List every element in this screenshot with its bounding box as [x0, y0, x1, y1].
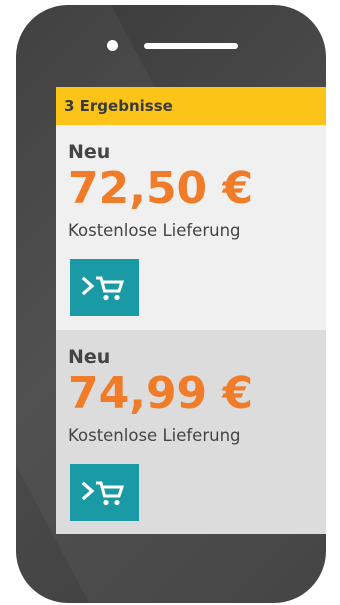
offer-condition: Neu — [68, 141, 111, 163]
offer-delivery: Kostenlose Lieferung — [68, 426, 241, 445]
offer-price: 72,50 € — [68, 163, 254, 214]
phone-speaker — [144, 43, 238, 49]
offer-price: 74,99 € — [68, 368, 254, 419]
add-to-cart-button[interactable] — [70, 259, 139, 316]
add-to-cart-icon — [81, 276, 125, 301]
offer-delivery: Kostenlose Lieferung — [68, 221, 241, 240]
offer-condition: Neu — [68, 346, 111, 368]
offer-card: Neu 72,50 € Kostenlose Lieferung — [56, 125, 326, 330]
phone-screen: 3 Ergebnisse Neu 72,50 € Kostenlose Lief… — [56, 87, 326, 534]
phone-frame: 3 Ergebnisse Neu 72,50 € Kostenlose Lief… — [16, 5, 326, 603]
add-to-cart-icon — [81, 481, 125, 506]
offer-card: Neu 74,99 € Kostenlose Lieferung — [56, 330, 326, 534]
phone-camera — [107, 40, 118, 51]
add-to-cart-button[interactable] — [70, 464, 139, 521]
results-header: 3 Ergebnisse — [56, 87, 326, 125]
